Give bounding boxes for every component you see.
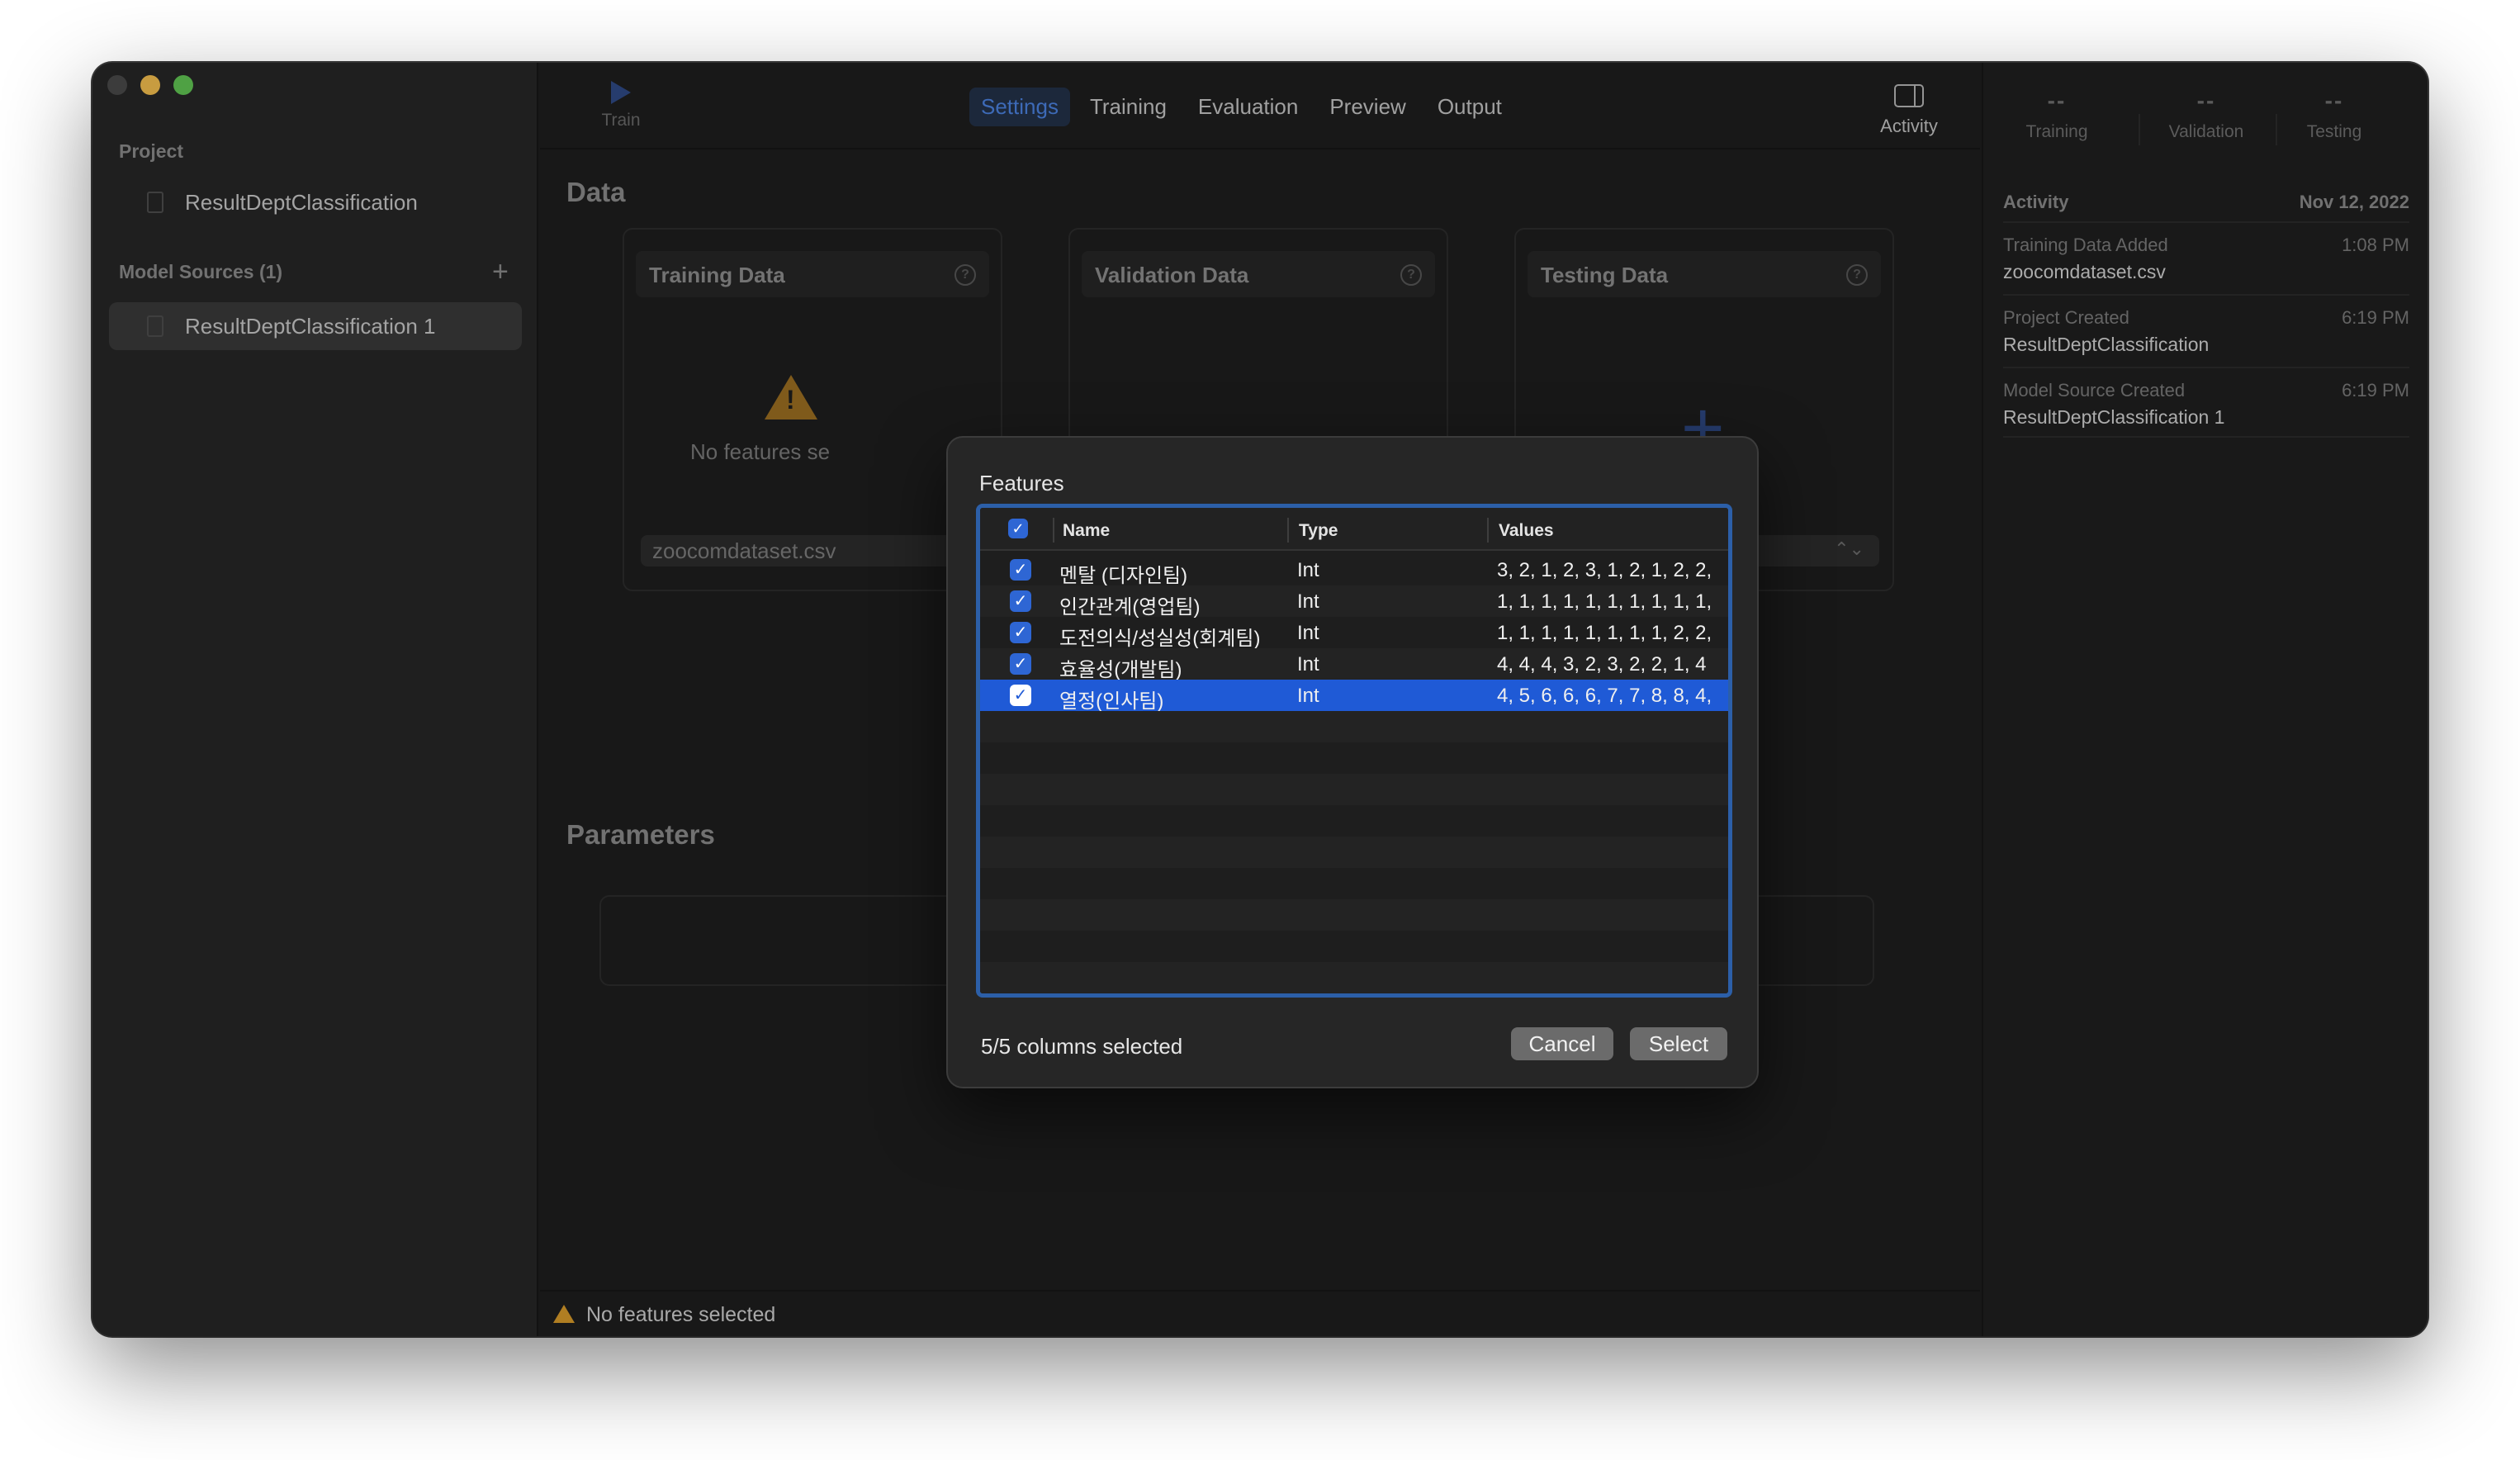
- cell-values: 4, 4, 4, 3, 2, 3, 2, 2, 1, 4: [1497, 653, 1707, 675]
- feature-checkbox[interactable]: ✓: [1010, 622, 1031, 643]
- cell-type: Int: [1297, 590, 1319, 613]
- cell-type: Int: [1297, 622, 1319, 644]
- table-row[interactable]: ✓ 도전의식/성실성(회계팀) Int 1, 1, 1, 1, 1, 1, 1, 1,…: [980, 617, 1728, 650]
- column-header-values[interactable]: Values: [1499, 521, 1554, 541]
- table-row[interactable]: ✓ 효율성(개발팀) Int 4, 4, 4, 3, 2, 3, 2, 2, 1, 4: [980, 648, 1728, 681]
- empty-row: [980, 711, 1728, 742]
- empty-row: [980, 837, 1728, 868]
- cell-values: 3, 2, 1, 2, 3, 1, 2, 1, 2, 2,: [1497, 559, 1712, 581]
- cancel-button[interactable]: Cancel: [1511, 1027, 1613, 1060]
- empty-row: [980, 774, 1728, 805]
- column-header-name[interactable]: Name: [1063, 521, 1110, 541]
- table-header: ✓ Name Type Values: [980, 508, 1728, 551]
- empty-row: [980, 742, 1728, 774]
- table-row[interactable]: ✓ 멘탈 (디자인팀) Int 3, 2, 1, 2, 3, 1, 2, 1, 2, …: [980, 554, 1728, 587]
- empty-row: [980, 868, 1728, 899]
- column-divider: [1487, 518, 1489, 543]
- column-divider: [1053, 518, 1054, 543]
- cell-type: Int: [1297, 559, 1319, 581]
- selection-status: 5/5 columns selected: [981, 1034, 1183, 1059]
- app-window: Project ResultDeptClassification Model S…: [92, 63, 2428, 1336]
- empty-row: [980, 931, 1728, 962]
- feature-checkbox[interactable]: ✓: [1010, 590, 1031, 612]
- select-button[interactable]: Select: [1630, 1027, 1727, 1060]
- feature-checkbox[interactable]: ✓: [1010, 653, 1031, 675]
- cell-name: 효율성(개발팀): [1059, 659, 1182, 681]
- features-dialog: Features ✓ Name Type Values ✓ 멘탈 (디자인팀) In…: [946, 436, 1759, 1088]
- cell-type: Int: [1297, 653, 1319, 675]
- empty-row: [980, 899, 1728, 931]
- cell-values: 1, 1, 1, 1, 1, 1, 1, 1, 2, 2,: [1497, 622, 1712, 644]
- column-header-type[interactable]: Type: [1299, 521, 1338, 541]
- cell-values: 1, 1, 1, 1, 1, 1, 1, 1, 1, 1,: [1497, 590, 1712, 613]
- cell-name: 인간관계(영업팀): [1059, 596, 1201, 619]
- dialog-title: Features: [979, 471, 1064, 495]
- column-divider: [1287, 518, 1289, 543]
- table-row[interactable]: ✓ 인간관계(영업팀) Int 1, 1, 1, 1, 1, 1, 1, 1, 1, …: [980, 585, 1728, 619]
- table-row[interactable]: ✓ 열정(인사팀) Int 4, 5, 6, 6, 6, 7, 7, 8, 8, 4,: [980, 680, 1728, 713]
- select-all-checkbox[interactable]: ✓: [1008, 519, 1028, 538]
- feature-checkbox[interactable]: ✓: [1010, 559, 1031, 581]
- cell-values: 4, 5, 6, 6, 6, 7, 7, 8, 8, 4,: [1497, 685, 1712, 707]
- empty-row: [980, 805, 1728, 837]
- feature-checkbox[interactable]: ✓: [1010, 685, 1031, 706]
- features-table: ✓ Name Type Values ✓ 멘탈 (디자인팀) Int 3, 2, 1,…: [976, 504, 1732, 998]
- cell-name: 멘탈 (디자인팀): [1059, 565, 1188, 587]
- cell-name: 도전의식/성실성(회계팀): [1059, 628, 1261, 650]
- cell-name: 열정(인사팀): [1059, 690, 1164, 713]
- empty-row: [980, 962, 1728, 993]
- cell-type: Int: [1297, 685, 1319, 707]
